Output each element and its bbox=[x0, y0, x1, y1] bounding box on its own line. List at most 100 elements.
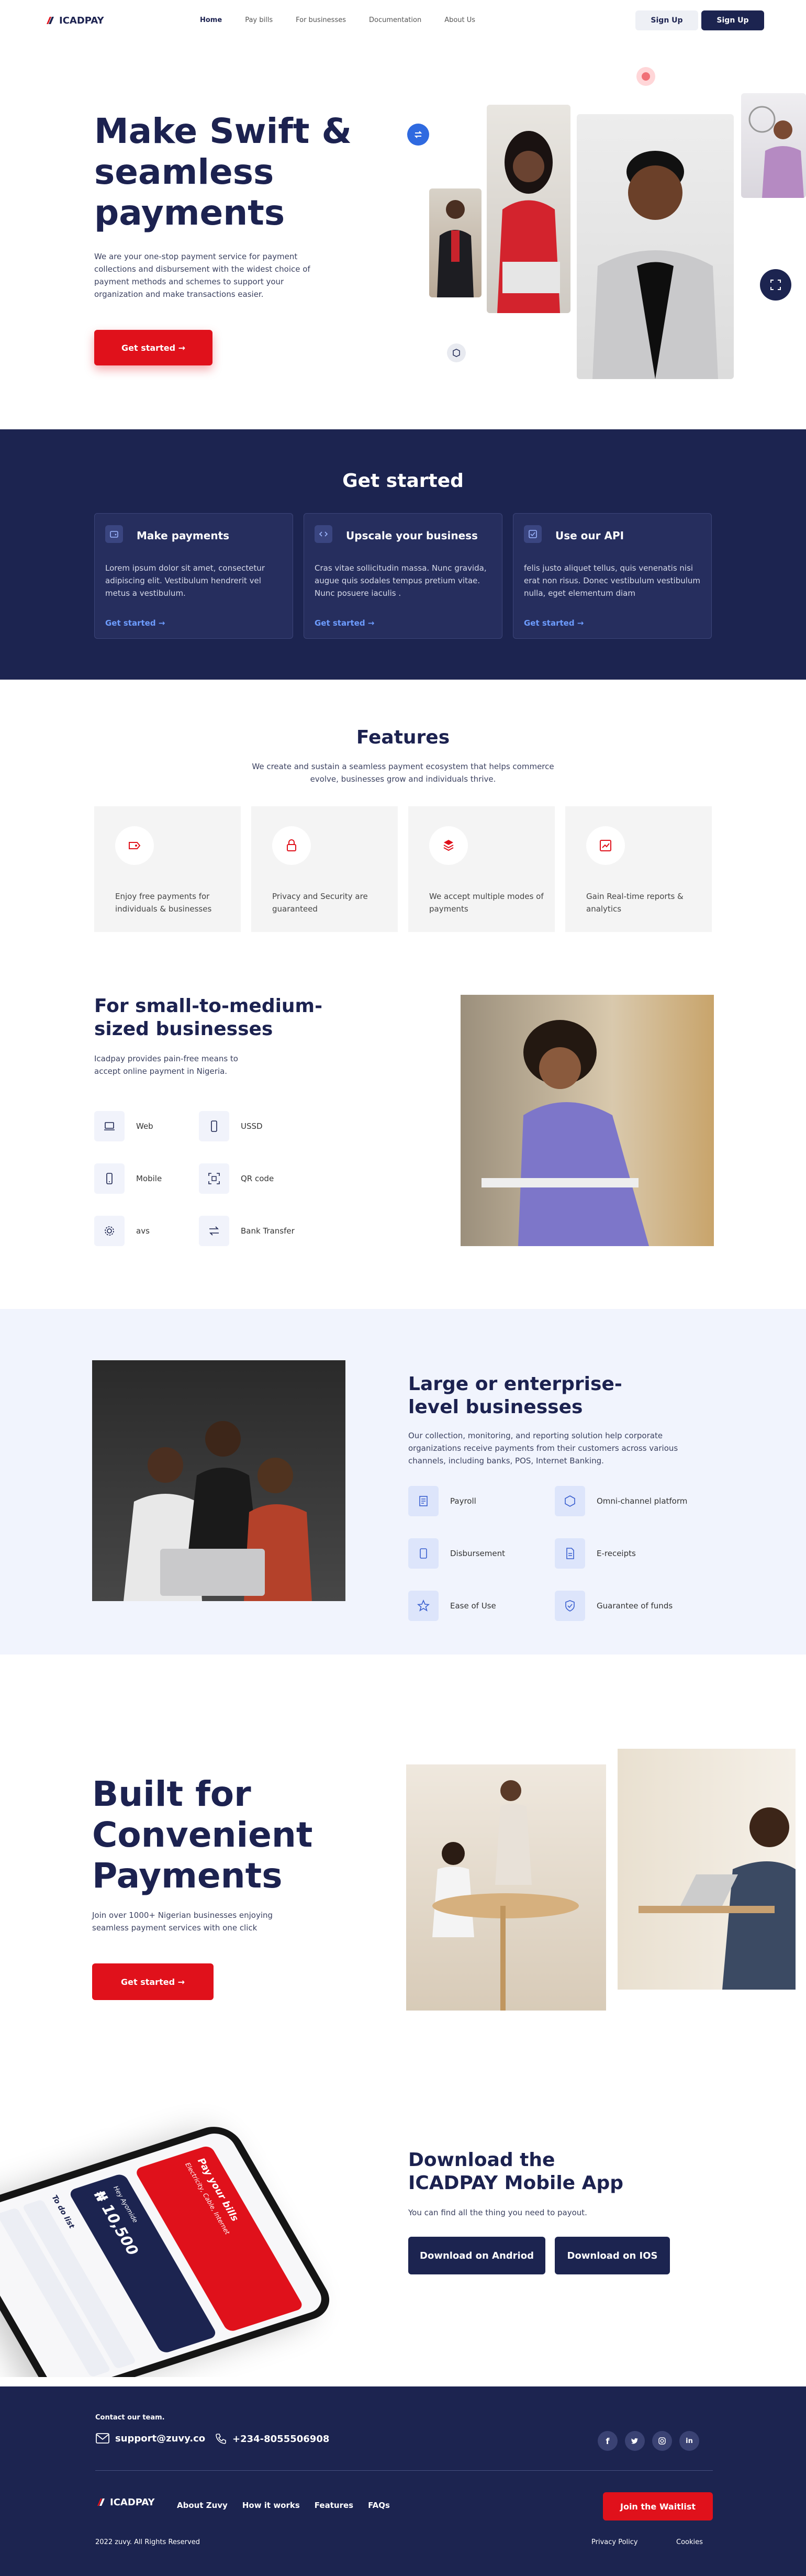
footer-contact-label: Contact our team. bbox=[95, 2414, 165, 2422]
app-text: You can find all the thing you need to p… bbox=[408, 2208, 587, 2217]
linkedin-icon[interactable]: in bbox=[679, 2431, 699, 2451]
footer-brand-name: ICADPAY bbox=[110, 2496, 155, 2508]
get-started-title: Get started bbox=[342, 470, 464, 492]
smb-photo-woman-laptop bbox=[461, 995, 714, 1246]
wallet-icon bbox=[105, 525, 123, 543]
smb-title: For small-to-medium-sized businesses bbox=[94, 995, 323, 1040]
card-get-started-link[interactable]: Get started → bbox=[315, 618, 374, 628]
footer-privacy-link[interactable]: Privacy Policy bbox=[591, 2538, 638, 2546]
nav-link-home[interactable]: Home bbox=[200, 16, 222, 24]
smb-item-label: Web bbox=[136, 1122, 153, 1131]
enterprise-item-label: Disbursement bbox=[450, 1549, 505, 1558]
enterprise-item-ease-of-use: Ease of Use bbox=[408, 1591, 496, 1621]
footer-brand-logo[interactable]: ICADPAY bbox=[95, 2496, 155, 2508]
join-waitlist-button[interactable]: Join the Waitlist bbox=[603, 2492, 713, 2521]
instagram-icon[interactable] bbox=[652, 2431, 672, 2451]
built-cta-button[interactable]: Get started → bbox=[92, 1963, 214, 2000]
card-title: Upscale your business bbox=[346, 529, 478, 542]
footer-link-features[interactable]: Features bbox=[315, 2501, 353, 2510]
laptop-icon bbox=[94, 1111, 125, 1141]
footer-phone[interactable]: +234-8055506908 bbox=[215, 2433, 329, 2445]
footer-cookies-link[interactable]: Cookies bbox=[676, 2538, 703, 2546]
smb-item-qr: QR code bbox=[199, 1163, 274, 1194]
receipt-icon bbox=[555, 1538, 585, 1569]
payroll-icon bbox=[408, 1486, 439, 1516]
phone-icon bbox=[199, 1111, 229, 1141]
card-title: Make payments bbox=[137, 529, 230, 542]
nav-link-about-us[interactable]: About Us bbox=[444, 16, 475, 24]
footer-phone-text: +234-8055506908 bbox=[232, 2433, 330, 2445]
hero-photo-man bbox=[429, 188, 482, 297]
features-subtitle: We create and sustain a seamless payment… bbox=[252, 762, 554, 784]
smb-item-label: Bank Transfer bbox=[241, 1226, 295, 1236]
footer-copyright: 2022 zuvy. All Rights Reserved bbox=[95, 2538, 200, 2546]
built-photo-man-laptop bbox=[618, 1749, 796, 1990]
smb-item-label: QR code bbox=[241, 1174, 274, 1183]
layers-icon bbox=[429, 826, 468, 865]
smb-item-label: Mobile bbox=[136, 1174, 162, 1183]
qr-code-icon bbox=[199, 1163, 229, 1194]
feature-text: Privacy and Security are guaranteed bbox=[272, 892, 368, 914]
footer-divider bbox=[95, 2470, 713, 2471]
card-get-started-link[interactable]: Get started → bbox=[105, 618, 165, 628]
footer-email-text: support@zuvy.co bbox=[115, 2433, 206, 2444]
smb-item-mobile: Mobile bbox=[94, 1163, 162, 1194]
card-title: Use our API bbox=[555, 529, 624, 542]
hero-cta-button[interactable]: Get started → bbox=[94, 330, 212, 365]
hero-photo-woman-red bbox=[487, 105, 570, 313]
nav-link-pay-bills[interactable]: Pay bills bbox=[245, 16, 273, 24]
hero-swap-icon bbox=[407, 124, 429, 146]
hero-cube-icon bbox=[447, 343, 466, 362]
twitter-icon[interactable] bbox=[625, 2431, 645, 2451]
feature-card: Gain Real-time reports & analytics bbox=[565, 806, 712, 932]
code-icon bbox=[315, 525, 332, 543]
smb-item-ussd: USSD bbox=[199, 1111, 263, 1141]
shield-check-icon bbox=[555, 1591, 585, 1621]
enterprise-item-omnichannel: Omni-channel platform bbox=[555, 1486, 687, 1516]
signin-button[interactable]: Sign Up bbox=[635, 10, 698, 30]
feature-text: Gain Real-time reports & analytics bbox=[586, 892, 684, 914]
transfer-icon bbox=[199, 1216, 229, 1246]
logo-mark-icon bbox=[47, 17, 54, 24]
phone-card-sub: Electricity, Cable, Internet bbox=[183, 2161, 232, 2236]
nav-link-documentation[interactable]: Documentation bbox=[369, 16, 421, 24]
enterprise-text: Our collection, monitoring, and reportin… bbox=[408, 1431, 678, 1465]
features-title: Features bbox=[356, 727, 450, 748]
smb-item-label: avs bbox=[136, 1226, 150, 1236]
brand-logo[interactable]: ICADPAY bbox=[44, 15, 104, 26]
phone-card-title: Pay your bills bbox=[194, 2157, 241, 2223]
download-android-button[interactable]: Download on Andriod bbox=[408, 2237, 545, 2274]
phone-call-icon bbox=[216, 2434, 226, 2444]
card-make-payments: Make payments Lorem ipsum dolor sit amet… bbox=[94, 513, 293, 639]
smb-item-bank-transfer: Bank Transfer bbox=[199, 1216, 295, 1246]
cube-icon bbox=[555, 1486, 585, 1516]
card-text: felis justo aliquet tellus, quis venenat… bbox=[524, 563, 701, 598]
logo-mark-icon bbox=[97, 2499, 105, 2506]
hero-title: Make Swift & seamless payments bbox=[94, 111, 352, 233]
smb-item-web: Web bbox=[94, 1111, 153, 1141]
facebook-icon[interactable]: f bbox=[598, 2431, 618, 2451]
feature-card: Privacy and Security are guaranteed bbox=[251, 806, 398, 932]
hero-red-dot-icon bbox=[636, 67, 655, 86]
smb-item-label: USSD bbox=[241, 1122, 263, 1131]
built-text: Join over 1000+ Nigerian businesses enjo… bbox=[92, 1911, 273, 1933]
signup-button[interactable]: Sign Up bbox=[701, 10, 764, 30]
card-get-started-link[interactable]: Get started → bbox=[524, 618, 584, 628]
enterprise-title: Large or enterprise-level businesses bbox=[408, 1373, 622, 1418]
footer-link-about[interactable]: About Zuvy bbox=[177, 2501, 228, 2510]
tag-icon bbox=[115, 826, 154, 865]
download-ios-button[interactable]: Download on IOS bbox=[555, 2237, 670, 2274]
hero-photo-woman-suit bbox=[577, 114, 734, 379]
footer-link-how-it-works[interactable]: How it works bbox=[242, 2501, 300, 2510]
feature-text: We accept multiple modes of payments bbox=[429, 892, 544, 914]
footer-email[interactable]: support@zuvy.co bbox=[95, 2433, 205, 2444]
mail-icon bbox=[96, 2433, 109, 2444]
lock-icon bbox=[272, 826, 311, 865]
hero-photo-woman-right bbox=[741, 93, 806, 198]
footer-link-faqs[interactable]: FAQs bbox=[368, 2501, 390, 2510]
brand-name: ICADPAY bbox=[59, 15, 104, 26]
app-phone-mockup: Pay your bills Electricity, Cable, Inter… bbox=[0, 2094, 340, 2377]
nav-link-for-businesses[interactable]: For businesses bbox=[296, 16, 346, 24]
feature-card: Enjoy free payments for individuals & bu… bbox=[94, 806, 241, 932]
footer: Contact our team. support@zuvy.co +234-8… bbox=[0, 2386, 806, 2576]
